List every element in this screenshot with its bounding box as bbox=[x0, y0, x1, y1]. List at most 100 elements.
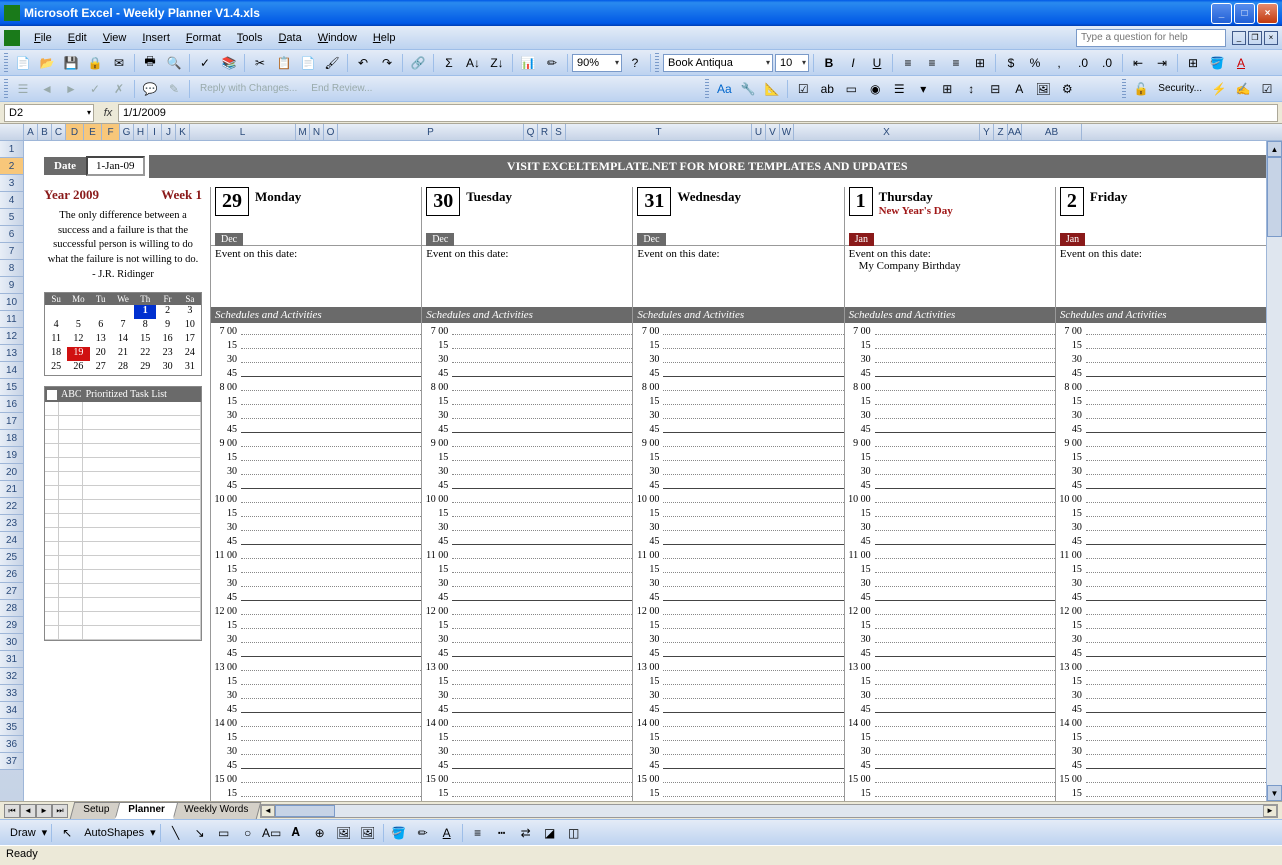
event-box[interactable]: Event on this date:My Company Birthday bbox=[845, 245, 1055, 307]
row-header-29[interactable]: 29 bbox=[0, 617, 23, 634]
time-slot[interactable]: 45 bbox=[422, 533, 632, 547]
row-header-25[interactable]: 25 bbox=[0, 549, 23, 566]
time-slot[interactable]: 15 bbox=[1056, 393, 1266, 407]
time-slot[interactable]: 30 bbox=[1056, 575, 1266, 589]
menu-file[interactable]: File bbox=[26, 30, 60, 46]
time-slot[interactable]: 30 bbox=[1056, 687, 1266, 701]
time-slot[interactable]: 45 bbox=[1056, 645, 1266, 659]
comma-icon[interactable]: , bbox=[1048, 52, 1070, 74]
time-slot[interactable]: 9 00 bbox=[422, 435, 632, 449]
time-slot[interactable]: 15 bbox=[633, 617, 843, 631]
time-slot[interactable]: 10 00 bbox=[845, 491, 1055, 505]
minical-day[interactable]: 10 bbox=[179, 319, 201, 333]
currency-icon[interactable]: $ bbox=[1000, 52, 1022, 74]
time-slot[interactable]: 15 bbox=[211, 449, 421, 463]
time-slot[interactable]: 30 bbox=[211, 407, 421, 421]
task-row[interactable] bbox=[45, 570, 201, 584]
percent-icon[interactable]: % bbox=[1024, 52, 1046, 74]
time-slot[interactable]: 15 bbox=[211, 505, 421, 519]
minical-day[interactable]: 16 bbox=[156, 333, 178, 347]
time-slot[interactable]: 12 00 bbox=[633, 603, 843, 617]
print-preview-icon[interactable]: 🔍 bbox=[163, 52, 185, 74]
task-row[interactable] bbox=[45, 416, 201, 430]
time-slot[interactable]: 15 00 bbox=[845, 771, 1055, 785]
minical-day[interactable]: 22 bbox=[134, 347, 156, 361]
checkbox-control-icon[interactable]: ☑ bbox=[792, 78, 814, 100]
row-header-28[interactable]: 28 bbox=[0, 600, 23, 617]
time-slot[interactable]: 15 bbox=[1056, 785, 1266, 799]
time-slot[interactable]: 30 bbox=[633, 687, 843, 701]
clipart-icon[interactable]: 🖼 bbox=[333, 822, 355, 844]
col-header-N[interactable]: N bbox=[310, 124, 324, 140]
time-slot[interactable]: 45 bbox=[633, 533, 843, 547]
col-header-X[interactable]: X bbox=[794, 124, 980, 140]
open-icon[interactable]: 📂 bbox=[36, 52, 58, 74]
time-slot[interactable]: 14 00 bbox=[633, 715, 843, 729]
time-slot[interactable]: 45 bbox=[422, 645, 632, 659]
time-slot[interactable]: 30 bbox=[211, 351, 421, 365]
row-header-22[interactable]: 22 bbox=[0, 498, 23, 515]
time-slot[interactable]: 15 bbox=[422, 561, 632, 575]
task-row[interactable] bbox=[45, 612, 201, 626]
menu-format[interactable]: Format bbox=[178, 30, 229, 46]
time-slot[interactable]: 15 bbox=[633, 729, 843, 743]
row-header-4[interactable]: 4 bbox=[0, 192, 23, 209]
col-header-C[interactable]: C bbox=[52, 124, 66, 140]
underline-icon[interactable]: U bbox=[866, 52, 888, 74]
time-slot[interactable]: 15 bbox=[422, 785, 632, 799]
toolbar-grip-5[interactable] bbox=[1122, 79, 1126, 99]
time-slot[interactable]: 11 00 bbox=[211, 547, 421, 561]
time-slot[interactable]: 15 bbox=[633, 393, 843, 407]
textbox-control-icon[interactable]: ab bbox=[816, 78, 838, 100]
label-control-icon[interactable]: A bbox=[1008, 78, 1030, 100]
time-slot[interactable]: 15 bbox=[845, 449, 1055, 463]
time-slot[interactable]: 7 00 bbox=[633, 323, 843, 337]
time-slot[interactable]: 45 bbox=[1056, 365, 1266, 379]
minical-day[interactable]: 17 bbox=[179, 333, 201, 347]
time-slot[interactable]: 15 bbox=[633, 449, 843, 463]
row-header-7[interactable]: 7 bbox=[0, 243, 23, 260]
minical-day[interactable] bbox=[45, 305, 67, 319]
time-slot[interactable]: 45 bbox=[845, 757, 1055, 771]
chart-icon[interactable]: 📊 bbox=[517, 52, 539, 74]
new-icon[interactable]: 📄 bbox=[12, 52, 34, 74]
time-slot[interactable]: 30 bbox=[845, 351, 1055, 365]
minical-day[interactable]: 13 bbox=[90, 333, 112, 347]
show-changes-icon[interactable]: ☰ bbox=[12, 78, 34, 100]
sheet-tab-planner[interactable]: Planner bbox=[115, 802, 178, 819]
save-icon[interactable]: 💾 bbox=[60, 52, 82, 74]
task-row[interactable] bbox=[45, 514, 201, 528]
fill-color-icon[interactable]: 🪣 bbox=[1206, 52, 1228, 74]
col-header-V[interactable]: V bbox=[766, 124, 780, 140]
time-slot[interactable]: 30 bbox=[422, 799, 632, 801]
col-header-A[interactable]: A bbox=[24, 124, 38, 140]
col-header-AB[interactable]: AB bbox=[1022, 124, 1082, 140]
menu-data[interactable]: Data bbox=[270, 30, 309, 46]
time-slot[interactable]: 9 00 bbox=[1056, 435, 1266, 449]
row-header-6[interactable]: 6 bbox=[0, 226, 23, 243]
time-slot[interactable]: 12 00 bbox=[211, 603, 421, 617]
time-slot[interactable]: 30 bbox=[211, 631, 421, 645]
hyperlink-icon[interactable]: 🔗 bbox=[407, 52, 429, 74]
worksheet-area[interactable]: Date 1-Jan-09 VISIT EXCELTEMPLATE.NET FO… bbox=[24, 141, 1266, 801]
minical-day[interactable]: 12 bbox=[67, 333, 89, 347]
task-row[interactable] bbox=[45, 486, 201, 500]
line-color-icon[interactable]: ✏ bbox=[412, 822, 434, 844]
button-control-icon[interactable]: ▭ bbox=[840, 78, 862, 100]
minical-day[interactable]: 9 bbox=[156, 319, 178, 333]
font-size-combo[interactable]: 10 bbox=[775, 54, 809, 72]
time-slot[interactable]: 15 bbox=[211, 393, 421, 407]
time-slot[interactable]: 45 bbox=[633, 365, 843, 379]
time-slot[interactable]: 14 00 bbox=[1056, 715, 1266, 729]
font-combo[interactable]: Book Antiqua bbox=[663, 54, 773, 72]
time-slot[interactable]: 45 bbox=[845, 589, 1055, 603]
time-slot[interactable]: 9 00 bbox=[211, 435, 421, 449]
scroll-left-button[interactable]: ◄ bbox=[261, 805, 275, 817]
time-slot[interactable]: 9 00 bbox=[633, 435, 843, 449]
help-icon[interactable]: ? bbox=[624, 52, 646, 74]
date-input[interactable]: 1-Jan-09 bbox=[86, 156, 145, 176]
time-slot[interactable]: 15 bbox=[1056, 729, 1266, 743]
protection-icon[interactable]: 🔓 bbox=[1130, 78, 1152, 100]
time-slot[interactable]: 15 bbox=[422, 393, 632, 407]
time-slot[interactable]: 15 00 bbox=[633, 771, 843, 785]
